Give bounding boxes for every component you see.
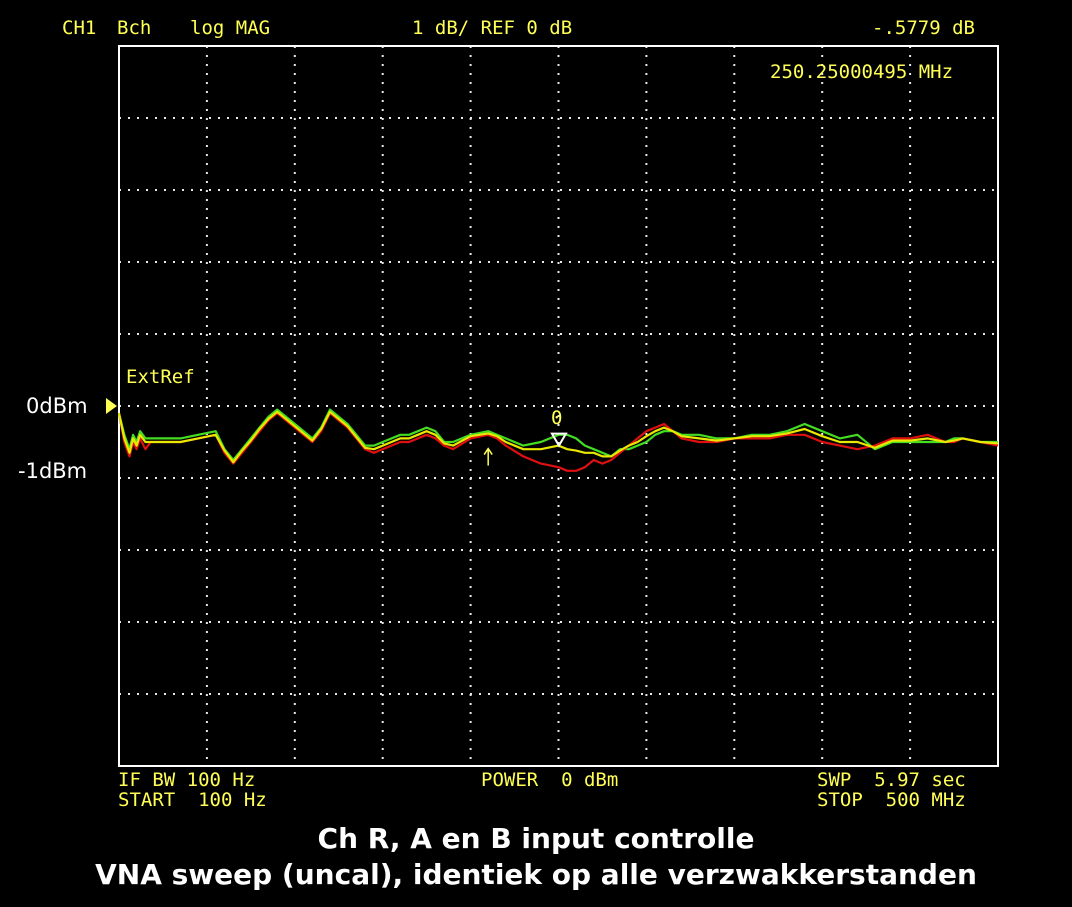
reference-pointer	[106, 398, 117, 414]
caption-line-2: VNA sweep (uncal), identiek op alle verz…	[95, 858, 977, 891]
ref-level-label: 0dBm	[26, 394, 88, 418]
ext-ref-label: ExtRef	[126, 366, 195, 388]
start-freq-label: START 100 Hz	[118, 789, 267, 811]
marker-number: 0	[551, 407, 563, 429]
graticule	[119, 46, 998, 766]
caption-line-1: Ch R, A en B input controlle	[317, 822, 755, 855]
power-label: POWER 0 dBm	[481, 769, 619, 791]
stop-freq-label: STOP 500 MHz	[817, 789, 966, 811]
sweep-time-label: SWP 5.97 sec	[817, 769, 966, 791]
marker-frequency: 250.25000495 MHz	[770, 61, 954, 83]
if-bw-label: IF BW 100 Hz	[118, 769, 256, 791]
ref-level-pointer	[106, 398, 117, 414]
vna-screen: CH1 Bch log MAG 1 dB/ REF 0 dB -.5779 dB…	[0, 0, 1072, 907]
minus1-level-label: -1dBm	[18, 459, 88, 483]
